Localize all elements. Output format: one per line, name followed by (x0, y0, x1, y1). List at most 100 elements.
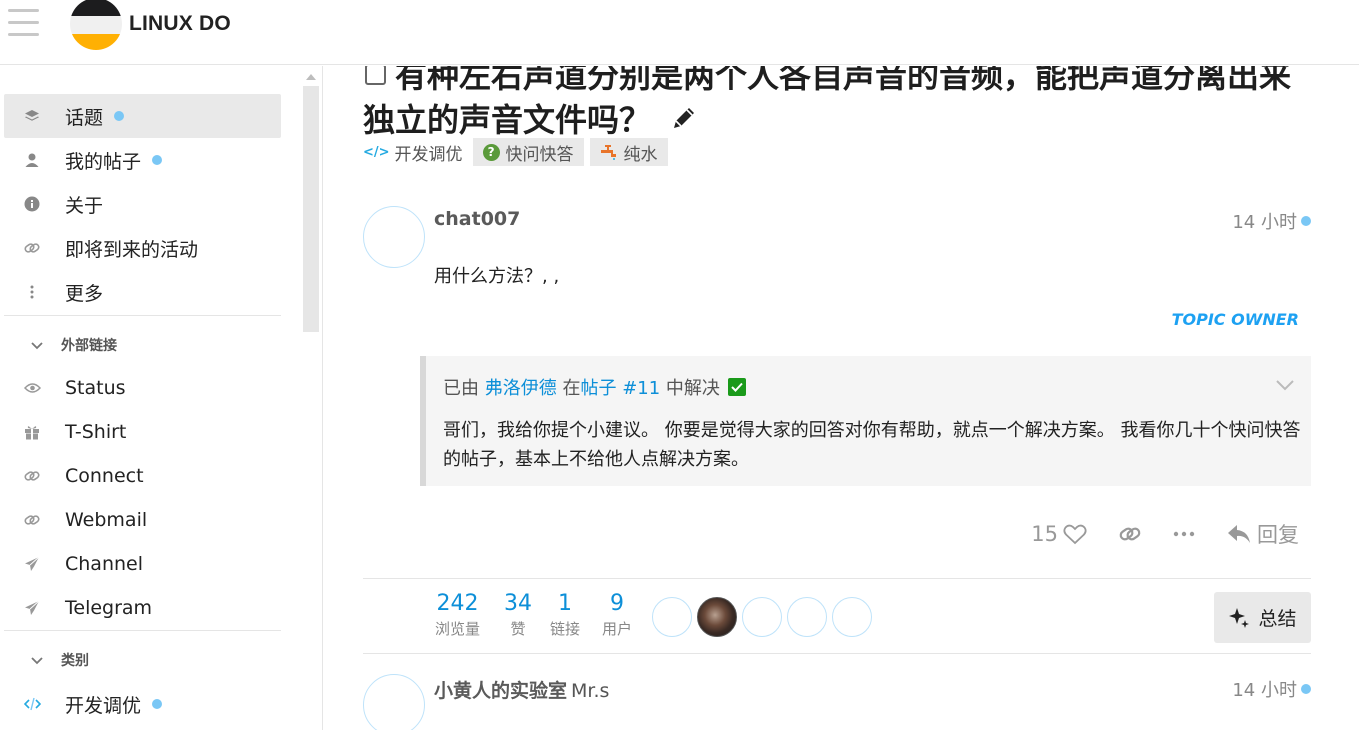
summarize-label: 总结 (1258, 608, 1297, 630)
scroll-up-arrow-icon[interactable] (306, 74, 316, 80)
like-button[interactable]: 15 (1031, 522, 1087, 546)
post-time[interactable]: 14 小时 (1232, 676, 1311, 702)
eye-icon (24, 382, 52, 394)
section-header-external-links[interactable]: 外部链接 (4, 327, 281, 363)
post-username[interactable]: chat007 (434, 208, 520, 230)
topic-map: 242 浏览量 34 赞 1 链接 9 用户 总结 (363, 578, 1311, 654)
chevron-down-icon (30, 651, 44, 670)
sidebar-scrollbar[interactable] (303, 74, 319, 730)
section-label: 外部链接 (61, 338, 117, 354)
post-1: chat007 14 小时 用什么方法？, , TOPIC OWNER 已由 弗… (363, 206, 1311, 566)
reply-label: 回复 (1257, 523, 1299, 547)
tag-pure-water[interactable]: 纯水 (589, 138, 668, 166)
stat-users[interactable]: 9 用户 (602, 591, 632, 639)
post-username-label: 小黄人的实验室 (434, 680, 568, 702)
avatar[interactable] (363, 206, 425, 268)
stat-label: 链接 (550, 620, 581, 638)
site-header: LINUX DO (0, 0, 1359, 65)
sidebar-item-label: 关于 (65, 194, 104, 217)
sidebar-item-label: Webmail (65, 509, 148, 531)
divider (4, 630, 281, 631)
copy-link-button[interactable] (1119, 523, 1141, 545)
participant-avatar[interactable] (697, 597, 737, 637)
sidebar-item-upcoming-events[interactable]: 即将到来的活动 (4, 226, 281, 270)
sidebar-item-label: Telegram (65, 597, 153, 619)
section-header-categories[interactable]: 类别 (4, 642, 281, 678)
paper-plane-icon (24, 556, 52, 572)
avatar[interactable] (363, 674, 425, 730)
stat-label: 用户 (602, 620, 633, 638)
tag-label: 快问快答 (505, 144, 574, 165)
more-actions-button[interactable] (1173, 531, 1195, 537)
unread-dot (1301, 216, 1311, 226)
chevron-down-icon[interactable] (1275, 376, 1295, 395)
stat-links[interactable]: 1 链接 (550, 591, 580, 639)
code-icon: </> (363, 144, 390, 160)
sidebar-item-webmail[interactable]: Webmail (4, 498, 281, 542)
link-icon (24, 240, 52, 256)
participant-avatar[interactable] (742, 597, 782, 637)
solution-suffix: 中解决 (665, 378, 720, 399)
post-time[interactable]: 14 小时 (1232, 208, 1311, 234)
participant-avatar[interactable] (832, 597, 872, 637)
link-icon (24, 468, 52, 484)
question-icon: ? (482, 143, 500, 161)
site-logo[interactable] (70, 0, 122, 50)
tag-quick-qa[interactable]: ? 快问快答 (472, 138, 584, 166)
sidebar-item-telegram[interactable]: Telegram (4, 586, 281, 630)
sidebar-item-status[interactable]: Status (4, 366, 281, 410)
link-icon (1119, 523, 1141, 545)
participant-avatar[interactable] (652, 597, 692, 637)
post-time-label: 14 小时 (1232, 212, 1297, 233)
stat-value: 1 (558, 591, 572, 616)
unread-dot (1301, 684, 1311, 694)
sidebar-item-label: 我的帖子 (65, 150, 142, 173)
sidebar-item-label: Connect (65, 465, 144, 487)
hamburger-menu-icon[interactable] (8, 9, 39, 37)
sidebar-item-category-dev[interactable]: 开发调优 (4, 682, 281, 726)
summarize-button[interactable]: 总结 (1214, 592, 1311, 643)
topic-title-line-2: 独立的声音文件吗？ (363, 101, 652, 139)
topic-title-line-1: 有种左右声道分别是两个人各自声音的音频，能把声道分离出来 (395, 66, 1292, 95)
category-badge[interactable]: </> 开发调优 (363, 140, 463, 165)
post-time-label: 14 小时 (1232, 680, 1297, 701)
tag-label: 纯水 (623, 144, 658, 165)
sidebar-item-label: 开发调优 (65, 694, 142, 717)
link-icon (24, 512, 52, 528)
topic-title[interactable]: 有种左右声道分别是两个人各自声音的音频，能把声道分离出来 独立的声音文件吗？ (363, 66, 1359, 144)
faucet-icon (600, 144, 618, 160)
sidebar-item-label: Status (65, 377, 126, 399)
post-2: 小黄人的实验室 Mr.s 14 小时 (363, 674, 1311, 730)
category-label: 开发调优 (394, 144, 463, 165)
stat-likes[interactable]: 34 赞 (504, 591, 532, 639)
code-icon (24, 697, 52, 711)
sidebar-item-my-posts[interactable]: 我的帖子 (4, 138, 281, 182)
solution-post-link[interactable]: 帖子 #11 (580, 374, 660, 400)
heart-icon (1063, 524, 1087, 545)
solver-link[interactable]: 弗洛伊德 (485, 374, 557, 400)
post-actions: 15 回复 (999, 519, 1299, 549)
stat-value: 242 (436, 591, 479, 616)
gift-icon (24, 424, 52, 440)
reply-button[interactable]: 回复 (1227, 519, 1299, 549)
sidebar-item-channel[interactable]: Channel (4, 542, 281, 586)
stat-value: 34 (504, 591, 532, 616)
sidebar-item-topics[interactable]: 话题 (4, 94, 281, 138)
sidebar-item-more[interactable]: 更多 (4, 270, 281, 314)
sidebar-item-about[interactable]: 关于 (4, 182, 281, 226)
check-square-icon (727, 378, 746, 396)
participant-avatar[interactable] (787, 597, 827, 637)
stat-value: 9 (610, 591, 624, 616)
post-username[interactable]: 小黄人的实验室 Mr.s (434, 676, 609, 703)
site-name[interactable]: LINUX DO (129, 12, 231, 36)
reply-icon (1227, 524, 1251, 544)
sidebar-item-label: T-Shirt (65, 421, 127, 443)
accepted-answer-box: 已由 弗洛伊德 在帖子 #11 中解决 哥们，我给你提个小建议。 你要是觉得大家… (420, 356, 1311, 486)
sidebar-item-label: 更多 (65, 282, 104, 305)
sidebar-item-label: 即将到来的活动 (65, 238, 199, 261)
unread-dot (114, 111, 125, 121)
scrollbar-thumb[interactable] (303, 86, 319, 332)
sidebar-item-tshirt[interactable]: T-Shirt (4, 410, 281, 454)
divider (4, 315, 281, 316)
sidebar-item-connect[interactable]: Connect (4, 454, 281, 498)
